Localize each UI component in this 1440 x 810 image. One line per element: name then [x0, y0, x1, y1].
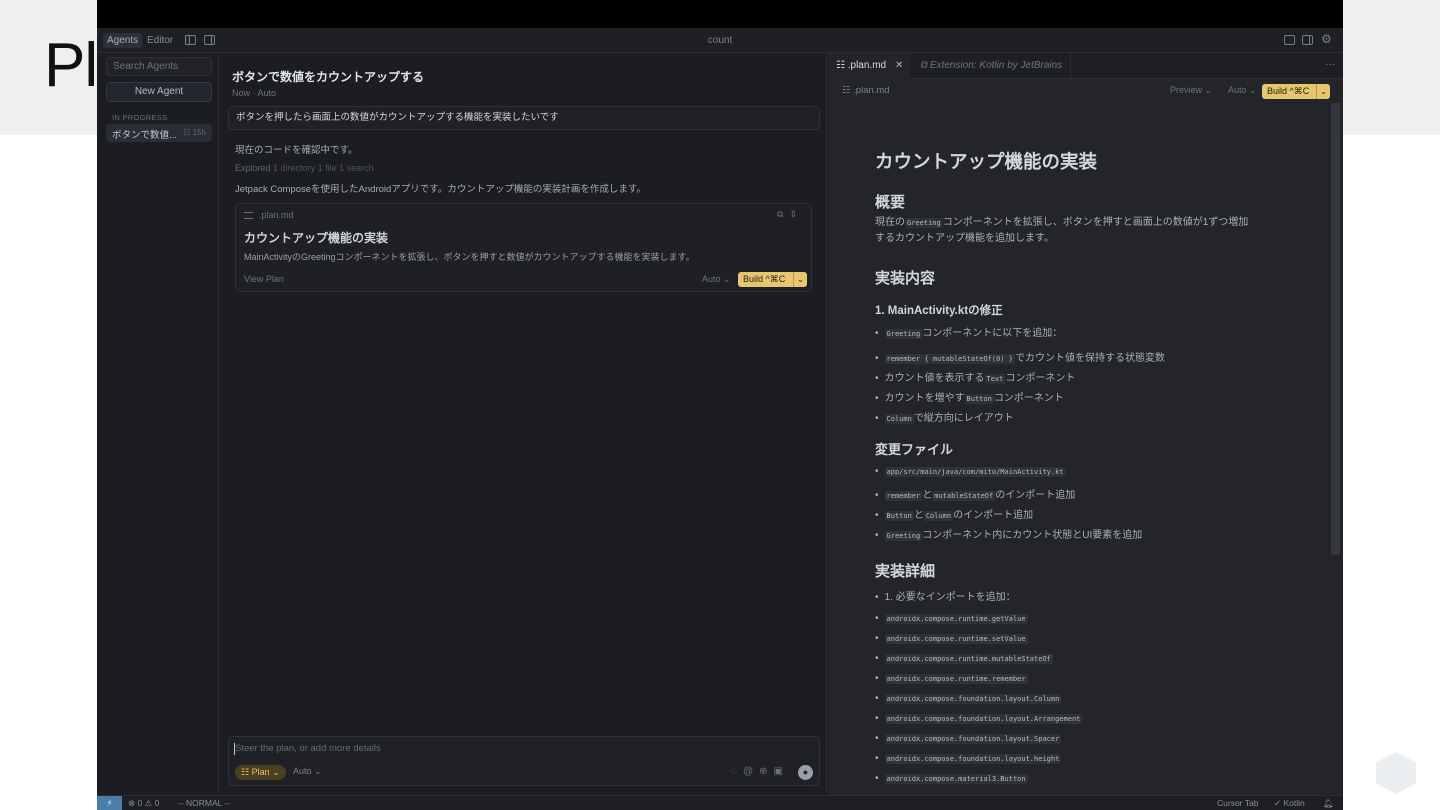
step1-intro: Greetingコンポーネントに以下を追加： — [875, 324, 1062, 339]
spinner-icon: ◌ — [731, 766, 743, 777]
list-icon: ☷ — [842, 85, 854, 96]
sidebar-agent-item[interactable]: ボタンで数値... ☷ 15h — [106, 124, 212, 142]
hexagon-logo-icon — [1376, 752, 1416, 794]
import-item: androidx.compose.foundation.layout.heigh… — [875, 753, 1062, 764]
right-panel-icon[interactable] — [1302, 35, 1313, 45]
warning-icon: ⚠ — [144, 798, 153, 808]
list-icon — [244, 212, 253, 220]
extension-icon: ⧉ — [920, 60, 930, 71]
section-label: IN PROGRESS — [112, 113, 168, 122]
import-item: androidx.compose.foundation.layout.Space… — [875, 733, 1062, 744]
user-message: ボタンを押したら画面上の数値がカウントアップする機能を実装したいです — [228, 106, 820, 130]
search-agents-input[interactable]: Search Agents — [106, 57, 212, 76]
import-item: androidx.compose.runtime.setValue — [875, 633, 1028, 644]
app-window: Agents Editor count ⚙ Search Agents New … — [97, 0, 1343, 810]
explored-summary[interactable]: Explored 1 directory 1 file 1 search — [235, 163, 374, 173]
list-item: ButtonとColumnのインポート追加 — [875, 506, 1033, 521]
auto-dropdown[interactable]: Auto ⌄ — [702, 274, 731, 285]
import-item: androidx.compose.runtime.mutableStateOf — [875, 653, 1053, 664]
list-item: カウント値を表示するTextコンポーネント — [875, 369, 1075, 384]
doc-title: カウントアップ機能の実装 — [875, 151, 1098, 172]
globe-icon[interactable]: ⊕ — [759, 766, 773, 777]
chevron-down-icon[interactable]: ⌄ — [793, 272, 807, 287]
editor-panel: ☷ .plan.md ✕ ⧉ Extension: Kotlin by JetB… — [828, 53, 1343, 795]
status-bar: ⚡ ⊗ 0 ⚠ 0 -- NORMAL -- Cursor Tab ✓ Kotl… — [97, 795, 1343, 810]
composer-tools: ◌@⊕▣ — [731, 766, 789, 777]
plan-file-label: .plan.md — [244, 210, 294, 220]
close-icon[interactable]: ✕ — [895, 53, 903, 79]
conversation-subtitle: Now · Auto — [232, 88, 277, 98]
problems-indicator[interactable]: ⊗ 0 ⚠ 0 — [128, 796, 159, 810]
build-button[interactable]: Build ^⌘C ⌄ — [738, 272, 807, 287]
preview-dropdown[interactable]: Preview ⌄ — [1170, 85, 1212, 96]
bell-icon[interactable]: 🔔︎ — [1323, 796, 1334, 810]
agent-item-age: ☷ 15h — [183, 128, 206, 137]
heading-implementation: 実装内容 — [875, 270, 936, 287]
overview-paragraph: 現在の Greeting コンポーネントを拡張し、ボタンを押すと画面上の数値が1ずつ… — [875, 217, 1249, 244]
details-intro: 1. 必要なインポートを追加： — [875, 588, 1016, 603]
agent-item-label: ボタンで数値... — [112, 130, 177, 141]
list-item: Columnで縦方向にレイアウト — [875, 409, 1014, 424]
heading-overview: 概要 — [875, 194, 906, 211]
heading-details: 実装詳細 — [875, 563, 936, 580]
at-mention-icon[interactable]: @ — [743, 766, 759, 777]
title-bar: Agents Editor count ⚙ — [97, 28, 1343, 53]
vim-mode: -- NORMAL -- — [178, 798, 231, 808]
assistant-line: Jetpack Composeを使用したAndroidアプリです。カウントアップ… — [235, 184, 646, 195]
more-icon[interactable]: ··· — [1325, 53, 1335, 77]
agents-sidebar: Search Agents New Agent IN PROGRESS ボタンで… — [97, 53, 219, 795]
build-button[interactable]: Build ^⌘C ⌄ — [1262, 84, 1330, 99]
remote-icon[interactable]: ⚡ — [97, 796, 122, 810]
tab-kotlin-extension[interactable]: ⧉ Extension: Kotlin by JetBrains — [912, 53, 1072, 79]
chevron-down-icon: ⌄ — [272, 767, 280, 777]
composer: Steer the plan, or add more details ☷ Pl… — [228, 736, 820, 786]
import-item: androidx.compose.foundation.layout.Colum… — [875, 693, 1062, 704]
plan-card: .plan.md ⧉⇕ カウントアップ機能の実装 MainActivityのGr… — [235, 203, 812, 292]
list-item: rememberとmutableStateOfのインポート追加 — [875, 486, 1075, 501]
assistant-line: 現在のコードを確認中です。 — [235, 145, 358, 156]
plan-mode-chip[interactable]: ☷ Plan ⌄ — [235, 765, 286, 780]
list-icon: ☷ — [836, 60, 848, 71]
list-icon: ☷ — [183, 128, 193, 137]
heading-step1: 1. MainActivity.ktの修正 — [875, 305, 1003, 317]
slide-title: Pl — [44, 31, 98, 100]
microphone-icon[interactable]: ● — [798, 765, 813, 780]
cursor-tab-status[interactable]: Cursor Tab — [1217, 796, 1258, 810]
language-mode[interactable]: ✓ Kotlin — [1274, 796, 1305, 810]
chevron-down-icon[interactable]: ⌄ — [1316, 84, 1330, 99]
chat-panel: ボタンで数値をカウントアップする Now · Auto ボタンを押したら画面上の… — [220, 53, 827, 795]
layout-icon[interactable] — [1284, 35, 1295, 45]
auto-dropdown[interactable]: Auto ⌄ — [1228, 85, 1257, 96]
heading-changed-files: 変更ファイル — [875, 442, 954, 457]
import-item: androidx.compose.material3.Button — [875, 773, 1028, 784]
composer-input[interactable]: Steer the plan, or add more details — [235, 743, 381, 754]
view-plan-link[interactable]: View Plan — [244, 274, 284, 284]
plan-card-actions: ⧉⇕ — [777, 209, 803, 220]
list-item: remember { mutableStateOf(0) }でカウント値を保持す… — [875, 349, 1165, 364]
image-icon[interactable]: ▣ — [774, 766, 789, 777]
expand-icon[interactable]: ⇕ — [789, 209, 803, 219]
new-agent-button[interactable]: New Agent — [106, 82, 212, 102]
auto-model-chip[interactable]: Auto ⌄ — [293, 766, 322, 777]
breadcrumb: ☷ .plan.md — [842, 85, 890, 96]
chevron-down-icon: ⌄ — [723, 274, 731, 284]
error-icon: ⊗ — [128, 798, 136, 808]
scrollbar[interactable] — [1331, 103, 1340, 555]
import-item: androidx.compose.foundation.layout.Arran… — [875, 713, 1083, 724]
list-item: カウントを増やすButtonコンポーネント — [875, 389, 1064, 404]
chevron-down-icon: ⌄ — [314, 766, 322, 776]
import-item: androidx.compose.runtime.getValue — [875, 613, 1028, 624]
import-item: androidx.compose.runtime.remember — [875, 673, 1028, 684]
list-item: app/src/main/java/com/mito/MainActivity.… — [875, 466, 1066, 477]
gear-icon[interactable]: ⚙ — [1321, 32, 1332, 47]
copy-icon[interactable]: ⧉ — [777, 209, 789, 219]
window-top-bar — [97, 0, 1343, 28]
editor-tabs: ☷ .plan.md ✕ ⧉ Extension: Kotlin by JetB… — [828, 53, 1343, 79]
plan-description: MainActivityのGreetingコンポーネントを拡張し、ボタンを押すと… — [244, 252, 695, 262]
list-icon: ☷ — [241, 767, 252, 777]
list-item: Greetingコンポーネント内にカウント状態とUI要素を追加 — [875, 526, 1142, 541]
conversation-title: ボタンで数値をカウントアップする — [232, 70, 425, 84]
plan-title: カウントアップ機能の実装 — [244, 231, 389, 245]
window-title: count — [707, 35, 733, 46]
